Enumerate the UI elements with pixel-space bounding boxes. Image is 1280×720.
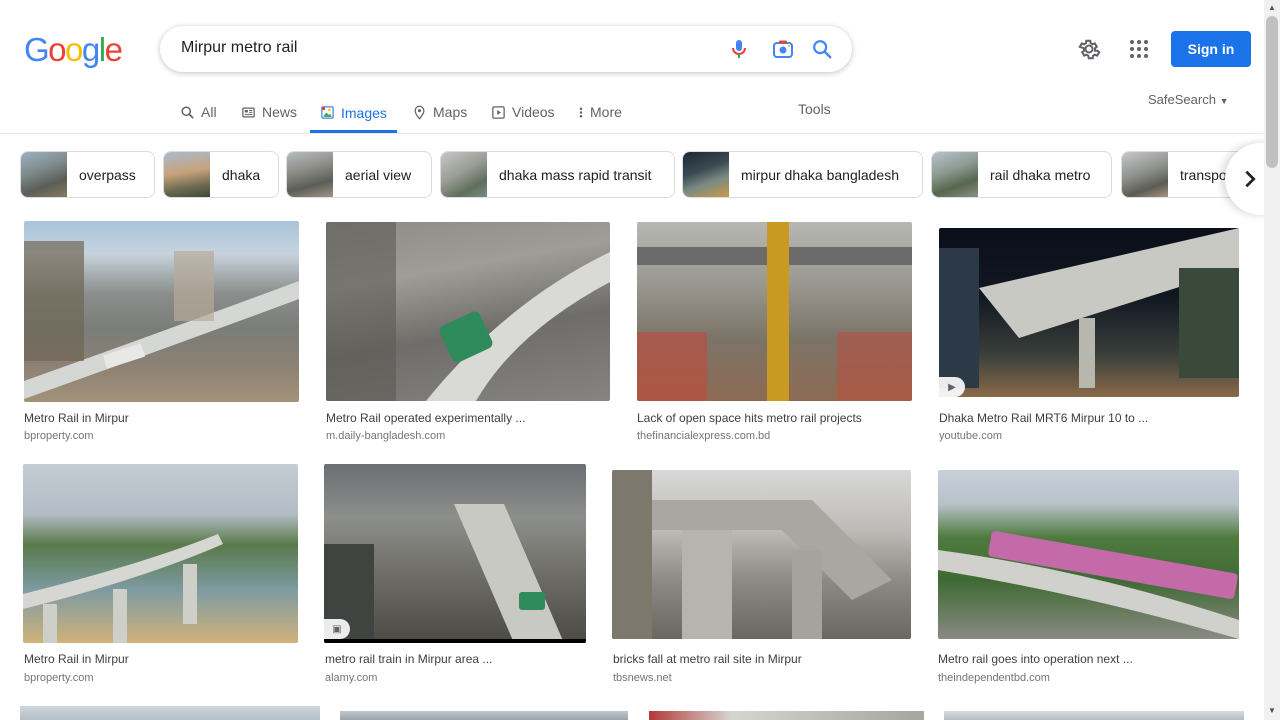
tab-label: Maps	[433, 104, 468, 120]
chip-label: overpass	[79, 166, 136, 183]
tab-more[interactable]: More	[578, 92, 622, 132]
scroll-thumb[interactable]	[1266, 16, 1278, 168]
chip-label: dhaka mass rapid transit	[499, 166, 652, 183]
result-source[interactable]: alamy.com	[325, 672, 377, 684]
tab-label: All	[201, 104, 217, 120]
image-result-partial[interactable]	[20, 706, 320, 720]
result-title[interactable]: Dhaka Metro Rail MRT6 Mirpur 10 to ...	[939, 411, 1148, 425]
result-title[interactable]: Metro rail goes into operation next ...	[938, 652, 1133, 666]
chip-mirpur-dhaka-bangladesh[interactable]: mirpur dhaka bangladesh	[682, 151, 923, 198]
result-image[interactable]	[24, 221, 299, 402]
result-title[interactable]: Metro Rail operated experimentally ...	[326, 411, 525, 425]
image-icon: ▣	[324, 619, 350, 639]
result-image-art	[326, 222, 610, 401]
result-source[interactable]: bproperty.com	[24, 672, 94, 684]
page-scrollbar[interactable]: ▲ ▼	[1264, 0, 1280, 720]
result-image-art	[939, 228, 1239, 388]
result-image[interactable]	[612, 470, 911, 639]
result-source[interactable]: m.daily-bangladesh.com	[326, 430, 445, 442]
result-source[interactable]: youtube.com	[939, 430, 1002, 442]
result-image-art	[612, 470, 892, 639]
logo-letter: o	[65, 31, 83, 68]
result-image-art	[24, 241, 299, 399]
camera-lens-icon[interactable]	[771, 37, 795, 61]
tab-videos[interactable]: Videos	[491, 92, 555, 132]
tab-all[interactable]: All	[180, 92, 217, 132]
chevron-right-icon	[1245, 170, 1256, 188]
result-title[interactable]: metro rail train in Mirpur area ...	[325, 652, 492, 666]
result-image-art	[324, 504, 586, 643]
chip-thumbnail	[287, 152, 333, 197]
tab-label: Videos	[512, 104, 555, 120]
sign-in-button[interactable]: Sign in	[1171, 31, 1251, 67]
chip-thumbnail	[932, 152, 978, 197]
result-image-art	[23, 534, 223, 643]
result-image-art	[938, 531, 1239, 639]
image-result-partial[interactable]	[340, 711, 628, 720]
search-tabs: All News Images Maps Videos More Tools	[0, 92, 1264, 134]
video-icon	[492, 105, 505, 119]
safesearch-dropdown[interactable]: SafeSearch ▼	[1148, 92, 1228, 107]
tab-maps[interactable]: Maps	[412, 92, 467, 132]
chip-thumbnail	[441, 152, 487, 197]
result-image[interactable]: ▣	[324, 464, 586, 643]
images-icon	[321, 106, 334, 119]
search-icon[interactable]	[810, 37, 834, 61]
logo-letter: g	[81, 31, 100, 68]
tools-button[interactable]: Tools	[798, 101, 831, 117]
microphone-icon[interactable]	[727, 37, 751, 61]
play-icon: ▶	[939, 377, 965, 397]
chip-label: dhaka	[222, 166, 261, 183]
map-pin-icon	[414, 105, 425, 120]
image-result-partial[interactable]	[944, 711, 1244, 720]
search-icon	[181, 105, 194, 119]
search-box[interactable]: Mirpur metro rail	[160, 26, 852, 72]
chip-label: mirpur dhaka bangladesh	[741, 166, 899, 183]
result-title[interactable]: Metro Rail in Mirpur	[24, 411, 129, 425]
chip-overpass[interactable]: overpass	[20, 151, 155, 198]
result-source[interactable]: theindependentbd.com	[938, 672, 1050, 684]
chip-thumbnail	[683, 152, 729, 197]
result-image[interactable]	[637, 222, 912, 401]
more-vert-icon	[579, 107, 583, 117]
chip-dhaka-mass-rapid-transit[interactable]: dhaka mass rapid transit	[440, 151, 675, 198]
result-source[interactable]: bproperty.com	[24, 430, 94, 442]
result-image-art	[637, 222, 912, 401]
search-input[interactable]: Mirpur metro rail	[181, 39, 297, 57]
result-title[interactable]: Metro Rail in Mirpur	[24, 652, 129, 666]
chip-aerial-view[interactable]: aerial view	[286, 151, 432, 198]
chip-thumbnail	[21, 152, 67, 197]
chip-thumbnail	[1122, 152, 1168, 197]
image-result-partial[interactable]	[649, 711, 924, 720]
scroll-down-arrow-icon[interactable]: ▼	[1268, 706, 1276, 715]
tab-label: Images	[341, 104, 387, 121]
google-logo[interactable]: Google	[24, 31, 123, 69]
logo-letter: o	[48, 31, 66, 68]
logo-letter: G	[24, 31, 50, 68]
chip-thumbnail	[164, 152, 210, 197]
result-image[interactable]	[23, 464, 298, 643]
result-source[interactable]: tbsnews.net	[613, 672, 672, 684]
result-image[interactable]	[326, 222, 610, 401]
chip-label: rail dhaka metro	[990, 166, 1091, 183]
news-icon	[242, 107, 255, 117]
caret-down-icon: ▼	[1219, 96, 1229, 106]
result-source[interactable]: thefinancialexpress.com.bd	[637, 430, 770, 442]
tab-label: More	[590, 104, 622, 120]
tab-news[interactable]: News	[241, 92, 297, 132]
tab-label: News	[262, 104, 298, 120]
tab-images[interactable]: Images	[310, 92, 397, 133]
logo-letter: e	[104, 31, 123, 68]
apps-grid-icon[interactable]	[1127, 37, 1151, 61]
scroll-up-arrow-icon[interactable]: ▲	[1268, 3, 1276, 12]
chip-rail-dhaka-metro[interactable]: rail dhaka metro	[931, 151, 1112, 198]
result-title[interactable]: bricks fall at metro rail site in Mirpur	[613, 652, 802, 666]
gear-icon[interactable]	[1077, 37, 1101, 61]
safesearch-label: SafeSearch	[1148, 92, 1216, 107]
result-image[interactable]	[938, 470, 1239, 639]
result-image[interactable]: ▶	[939, 228, 1239, 397]
result-title[interactable]: Lack of open space hits metro rail proje…	[637, 411, 862, 425]
chip-dhaka[interactable]: dhaka	[163, 151, 279, 198]
chip-label: aerial view	[345, 166, 412, 183]
